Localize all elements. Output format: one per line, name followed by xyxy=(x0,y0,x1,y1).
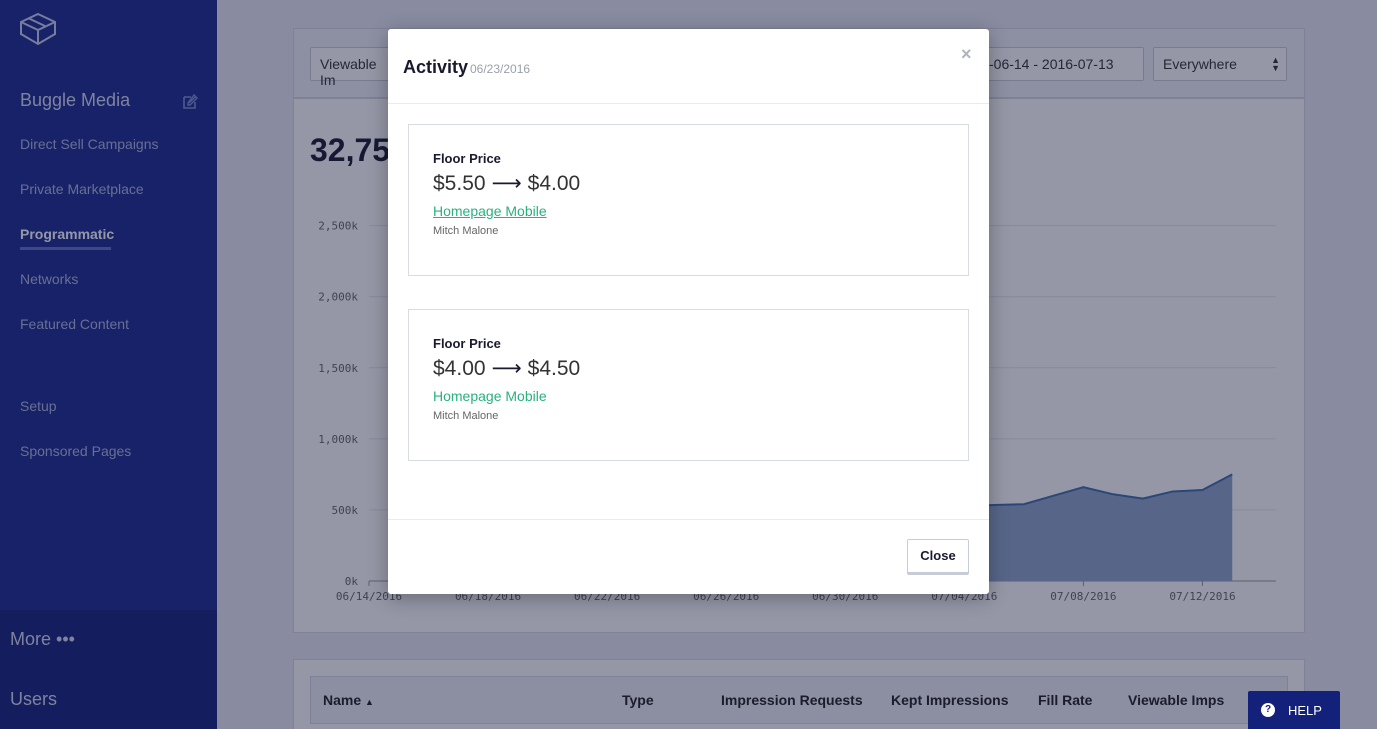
modal-date: 06/23/2016 xyxy=(470,62,531,76)
modal-footer-divider xyxy=(388,519,989,520)
changed-by-user: Mitch Malone xyxy=(433,410,499,422)
price-change: $4.00 ⟶ $4.50 xyxy=(433,356,580,381)
help-icon: ? xyxy=(1261,703,1275,717)
activity-modal: Activity 06/23/2016 × Floor Price $5.50 ⟶… xyxy=(388,29,989,594)
close-icon[interactable]: × xyxy=(961,44,972,65)
old-price: $5.50 xyxy=(433,172,486,195)
placement-link[interactable]: Homepage Mobile xyxy=(433,203,547,219)
activity-card: Floor Price $4.00 ⟶ $4.50 Homepage Mobile … xyxy=(408,309,969,461)
old-price: $4.00 xyxy=(433,357,486,380)
change-type-label: Floor Price xyxy=(433,336,501,351)
changed-by-user: Mitch Malone xyxy=(433,225,499,237)
activity-card: Floor Price $5.50 ⟶ $4.00 Homepage Mobile … xyxy=(408,124,969,276)
placement-link[interactable]: Homepage Mobile xyxy=(433,388,547,404)
help-label: HELP xyxy=(1288,703,1322,718)
arrow-right-icon: ⟶ xyxy=(491,172,522,195)
help-button[interactable]: ? HELP xyxy=(1248,691,1340,729)
modal-header: Activity 06/23/2016 × xyxy=(388,29,989,104)
close-button[interactable]: Close xyxy=(907,539,969,575)
new-price: $4.50 xyxy=(527,357,581,380)
modal-title: Activity xyxy=(403,57,469,77)
new-price: $4.00 xyxy=(527,172,581,195)
price-change: $5.50 ⟶ $4.00 xyxy=(433,171,580,196)
change-type-label: Floor Price xyxy=(433,151,501,166)
arrow-right-icon: ⟶ xyxy=(491,357,522,380)
